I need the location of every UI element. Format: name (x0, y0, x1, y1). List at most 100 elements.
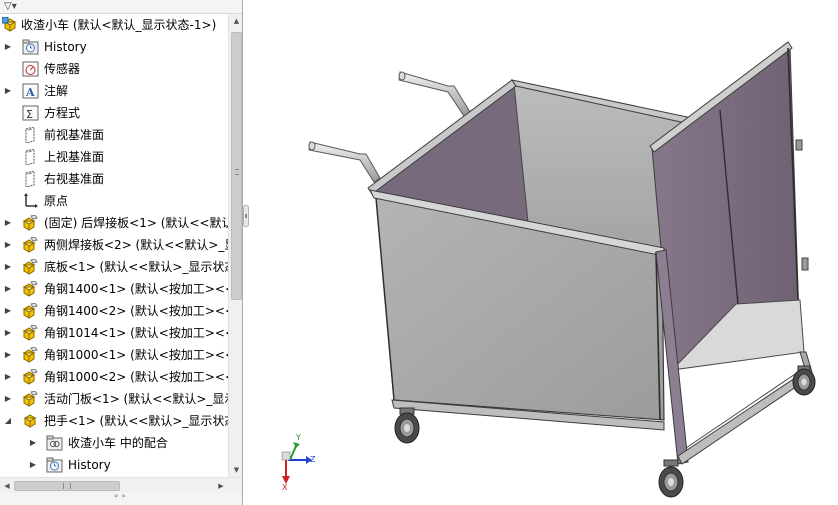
feature-tree-item[interactable]: ◢ 把手<1> (默认<<默认>_显示状态 (0, 410, 228, 432)
feature-tree-item[interactable]: 右视基准面 (0, 168, 228, 190)
part-icon (22, 303, 39, 319)
feature-tree-item-label: 底板<1> (默认<<默认>_显示状态 (44, 260, 228, 274)
cart-model[interactable]: Y Z X (249, 0, 838, 505)
expand-arrow-icon[interactable]: ▶ (3, 212, 13, 234)
caster-wheel[interactable] (658, 459, 684, 498)
equation-icon: Σ (22, 105, 39, 121)
feature-tree-item-label: 角钢1000<2> (默认<按加工><< (44, 370, 228, 384)
feature-tree-item[interactable]: ▶ History (0, 36, 228, 58)
subassembly-icon (22, 413, 39, 429)
feature-tree-item-label: 注解 (44, 84, 69, 98)
feature-tree-item-label: 角钢1000<1> (默认<按加工><< (44, 348, 228, 362)
feature-tree-item-label: 传感器 (44, 62, 81, 76)
collapse-arrow-icon[interactable]: ◢ (3, 410, 13, 432)
scroll-left-arrow-icon[interactable]: ◀ (0, 478, 14, 494)
horizontal-scroll-thumb[interactable] (14, 481, 120, 491)
annotation-icon: A (22, 83, 39, 99)
feature-tree-item-label: 方程式 (44, 106, 81, 120)
part-icon (22, 347, 39, 363)
expand-arrow-icon[interactable]: ▶ (3, 388, 13, 410)
feature-tree-item-label: History (68, 458, 111, 472)
expand-arrow-icon[interactable]: ▶ (3, 36, 13, 58)
funnel-icon[interactable]: ▽▾ (4, 1, 17, 13)
history-folder-icon (22, 39, 39, 55)
feature-tree-item[interactable]: 原点 (0, 190, 228, 212)
plane-icon (22, 127, 39, 143)
feature-tree-item[interactable]: ▶ 收渣小车 中的配合 (0, 432, 228, 454)
feature-tree-item[interactable]: ◢收渣小车 (默认<默认_显示状态-1>) (0, 14, 228, 36)
scroll-grip-icon (63, 483, 71, 489)
feature-tree-item-label: 前视基准面 (44, 128, 105, 142)
feature-tree-item[interactable]: Σ 方程式 (0, 102, 228, 124)
feature-tree-item[interactable]: ▶ 角钢1000<1> (默认<按加工><< (0, 344, 228, 366)
feature-tree-item-label: 上视基准面 (44, 150, 105, 164)
part-icon (22, 215, 39, 231)
feature-tree-item[interactable]: ▶ A 注解 (0, 80, 228, 102)
vertical-scroll-thumb[interactable] (231, 32, 242, 300)
panel-resize-dots: ° ° (114, 494, 126, 504)
triad-z-label: Z (310, 455, 316, 464)
plane-icon (22, 149, 39, 165)
expand-arrow-icon[interactable]: ▶ (28, 432, 38, 454)
expand-arrow-icon[interactable]: ▶ (3, 234, 13, 256)
feature-tree-item[interactable]: ▶ 底板<1> (默认<<默认>_显示状态 (0, 256, 228, 278)
svg-text:Σ: Σ (26, 108, 33, 121)
expand-arrow-icon[interactable]: ▶ (3, 80, 13, 102)
vertical-scrollbar[interactable]: ▲ ▼ (228, 14, 242, 477)
feature-tree-item[interactable]: 上视基准面 (0, 146, 228, 168)
feature-tree-item[interactable]: ▶ 活动门板<1> (默认<<默认>_显示 (0, 388, 228, 410)
part-icon (22, 259, 39, 275)
svg-text:A: A (25, 86, 35, 99)
feature-tree-item-label: 两侧焊接板<2> (默认<<默认>_显 (44, 238, 228, 252)
part-icon (22, 281, 39, 297)
expand-arrow-icon[interactable]: ▶ (3, 344, 13, 366)
scroll-right-arrow-icon[interactable]: ▶ (214, 478, 228, 494)
triad-x-label: X (282, 483, 288, 492)
panel-bottom-strip: ° ° (0, 493, 242, 505)
origin-icon (22, 193, 39, 209)
feature-tree-item[interactable]: ▶ 两侧焊接板<2> (默认<<默认>_显 (0, 234, 228, 256)
graphics-area[interactable]: Y Z X (249, 0, 838, 505)
coordinate-triad: Y Z X (281, 433, 316, 492)
feature-tree-item[interactable]: ▶ (固定) 后焊接板<1> (默认<<默认 (0, 212, 228, 234)
feature-tree-item-label: 原点 (44, 194, 69, 208)
feature-tree-item-label: 角钢1014<1> (默认<按加工><< (44, 326, 228, 340)
expand-arrow-icon[interactable]: ▶ (3, 278, 13, 300)
part-icon (22, 369, 39, 385)
expand-arrow-icon[interactable]: ▶ (3, 322, 13, 344)
feature-tree-item[interactable]: ▶ History (0, 454, 228, 476)
horizontal-scrollbar[interactable]: ◀ ▶ (0, 477, 242, 494)
plane-icon (22, 171, 39, 187)
caster-wheel[interactable] (394, 407, 420, 444)
feature-manager-panel: ▽▾ ◢收渣小车 (默认<默认_显示状态-1>)▶History传感器▶A注解Σ… (0, 0, 243, 505)
history-folder-icon (46, 457, 63, 473)
scroll-grip-icon (235, 169, 239, 175)
feature-tree-item-label: 右视基准面 (44, 172, 105, 186)
expand-arrow-icon[interactable]: ▶ (3, 300, 13, 322)
feature-tree-item[interactable]: ▶ 角钢1400<1> (默认<按加工><< (0, 278, 228, 300)
feature-tree: ◢收渣小车 (默认<默认_显示状态-1>)▶History传感器▶A注解Σ方程式… (0, 14, 228, 476)
feature-tree-item-label: 把手<1> (默认<<默认>_显示状态 (44, 414, 228, 428)
feature-tree-item[interactable]: 前视基准面 (0, 124, 228, 146)
feature-tree-item[interactable]: ▶ 角钢1000<2> (默认<按加工><< (0, 366, 228, 388)
scroll-up-arrow-icon[interactable]: ▲ (229, 14, 242, 28)
feature-tree-item-label: 收渣小车 (默认<默认_显示状态-1>) (21, 18, 217, 32)
part-icon (22, 237, 39, 253)
expand-arrow-icon[interactable]: ▶ (3, 256, 13, 278)
feature-tree-item[interactable]: ▶ 角钢1400<2> (默认<按加工><< (0, 300, 228, 322)
mates-folder-icon (46, 435, 63, 451)
feature-tree-item[interactable]: 传感器 (0, 58, 228, 80)
feature-tree-item-label: (固定) 后焊接板<1> (默认<<默认 (44, 216, 228, 230)
feature-tree-item-label: 收渣小车 中的配合 (68, 436, 168, 450)
expand-arrow-icon[interactable]: ▶ (28, 454, 38, 476)
sensor-icon (22, 61, 39, 77)
expand-arrow-icon[interactable]: ▶ (3, 366, 13, 388)
feature-tree-item[interactable]: ▶ 角钢1014<1> (默认<按加工><< (0, 322, 228, 344)
part-icon (22, 325, 39, 341)
part-icon (22, 391, 39, 407)
scroll-down-arrow-icon[interactable]: ▼ (229, 463, 242, 477)
tree-filter-bar: ▽▾ (0, 0, 242, 14)
assembly-icon (2, 17, 19, 33)
feature-tree-item-label: 角钢1400<2> (默认<按加工><< (44, 304, 228, 318)
triad-y-label: Y (295, 433, 301, 442)
